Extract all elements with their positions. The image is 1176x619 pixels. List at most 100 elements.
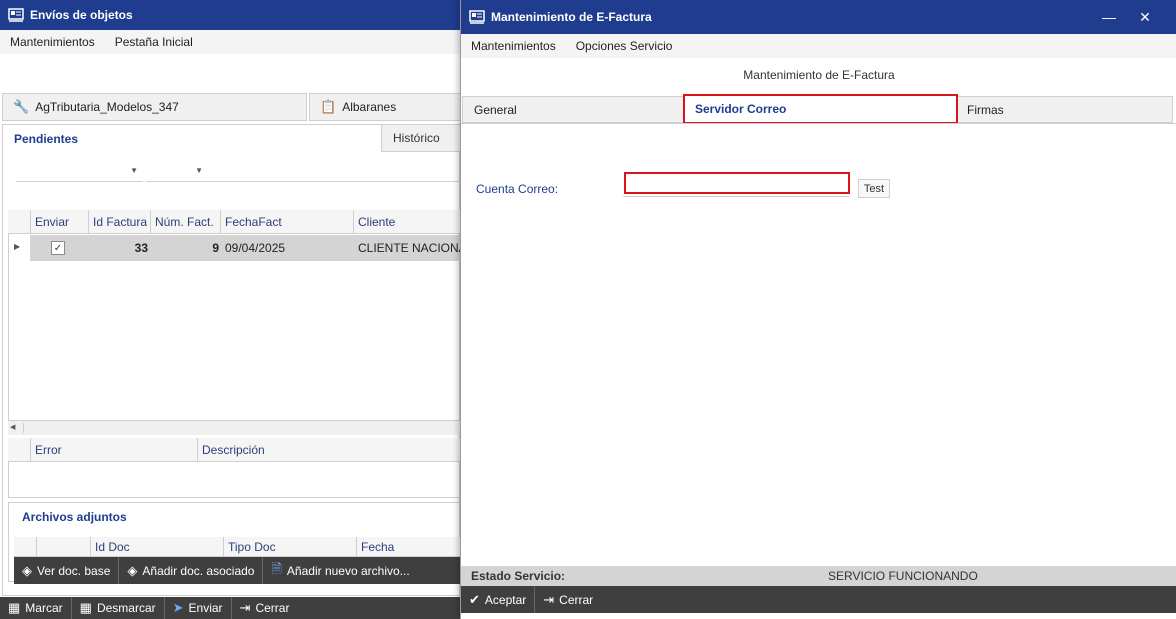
bottom-padding [461, 613, 1176, 619]
button-label: Desmarcar [96, 601, 156, 615]
efactura-window: Mantenimiento de E-Factura — ✕ Mantenimi… [460, 0, 1176, 619]
tab-label: Pendientes [14, 131, 79, 146]
minimize-icon: — [1102, 9, 1116, 25]
menu-opciones-servicio[interactable]: Opciones Servicio [566, 39, 683, 53]
aceptar-button[interactable]: ✔ Aceptar [461, 586, 536, 613]
col-enviar[interactable]: Enviar [30, 210, 88, 233]
menu-pestana-inicial[interactable]: Pestaña Inicial [105, 35, 203, 49]
enviar-button[interactable]: ➤ Enviar [165, 597, 232, 619]
cuenta-correo-input[interactable] [624, 172, 850, 194]
tab-pendientes[interactable]: Pendientes [2, 124, 382, 152]
adjuntos-title: Archivos adjuntos [22, 510, 127, 524]
ver-doc-base-button[interactable]: ◈ Ver doc. base [14, 557, 120, 584]
col-blank [36, 537, 94, 556]
col-error[interactable]: Error [30, 438, 200, 461]
tab-label: Firmas [967, 102, 1004, 117]
button-label: Añadir nuevo archivo... [286, 563, 410, 578]
cerrar-button[interactable]: ⇥ Cerrar [232, 597, 298, 619]
adjuntos-toolbar: ◈ Ver doc. base ◈ Añadir doc. asociado 🗎 Añ… [14, 557, 460, 584]
diamond-arrow-icon: ◈ [22, 562, 32, 578]
cell-fecha: 09/04/2025 [225, 241, 286, 255]
app-icon [8, 8, 24, 22]
doc-tab-agtributaria[interactable]: 🔧 AgTributaria_Modelos_347 [2, 93, 307, 121]
checkmark-icon: ✔ [469, 591, 480, 607]
tab-label: Histórico [393, 131, 440, 145]
horizontal-scrollbar[interactable]: ◀ [8, 420, 460, 435]
enviar-checkbox[interactable]: ✓ [51, 241, 65, 255]
app-icon [469, 10, 485, 24]
col-id-factura[interactable]: Id Factura [88, 210, 155, 233]
status-value: SERVICIO FUNCIONANDO [828, 569, 978, 583]
tab-historico[interactable]: Histórico [381, 124, 461, 152]
send-icon: ➤ [172, 600, 184, 615]
button-label: Cerrar [559, 592, 594, 607]
menu-mantenimientos[interactable]: Mantenimientos [461, 39, 566, 53]
col-cliente[interactable]: Cliente [353, 210, 463, 233]
button-label: Aceptar [484, 592, 527, 607]
modal-heading: Mantenimiento de E-Factura [743, 68, 895, 82]
document-icon: 🗎 [271, 560, 282, 576]
col-id-doc[interactable]: Id Doc [90, 537, 224, 556]
marcar-button[interactable]: ▦ Marcar [0, 597, 72, 619]
grid-check-icon: ▦ [8, 600, 21, 615]
tab-divider [461, 123, 1176, 124]
doc-tab-label: Albaranes [342, 100, 397, 114]
adjuntos-grid-header: Id Doc Tipo Doc Fecha [14, 537, 460, 557]
diamond-arrow-icon: ◈ [127, 562, 138, 578]
cerrar-button[interactable]: ⇥ Cerrar [535, 586, 601, 613]
cell-id-factura: 33 [134, 241, 148, 255]
cuenta-correo-label: Cuenta Correo: [476, 182, 559, 196]
status-label: Estado Servicio: [471, 569, 566, 583]
minimize-button[interactable]: — [1091, 0, 1127, 34]
button-label: Ver doc. base [37, 563, 111, 578]
table-row[interactable]: ▶ ✓ 33 9 09/04/2025 CLIENTE NACIONAL [8, 235, 460, 261]
doc-tab-albaranes[interactable]: 📋 Albaranes [309, 93, 461, 121]
desmarcar-button[interactable]: ▦ Desmarcar [72, 597, 165, 619]
modal-toolbar: ✔ Aceptar ⇥ Cerrar [461, 586, 1176, 613]
divider [208, 181, 460, 182]
grid-header: Enviar Id Factura Núm. Fact. FechaFact C… [8, 210, 460, 234]
exit-icon: ⇥ [543, 591, 555, 607]
col-fecha-fact[interactable]: FechaFact [220, 210, 354, 233]
bottom-toolbar: ▦ Marcar ▦ Desmarcar ➤ Enviar ⇥ Cerrar [0, 597, 460, 619]
tab-label: Servidor Correo [695, 102, 787, 116]
tab-label: General [474, 102, 517, 117]
tab-general[interactable]: General [462, 96, 684, 123]
button-label: Cerrar [255, 601, 290, 615]
cell-num-fact: 9 [212, 241, 219, 255]
menu-mantenimientos[interactable]: Mantenimientos [0, 35, 105, 49]
anadir-doc-asociado-button[interactable]: ◈ Añadir doc. asociado [119, 557, 264, 584]
button-label: Enviar [188, 601, 223, 615]
col-descripcion[interactable]: Descripción [197, 438, 460, 461]
tab-firmas[interactable]: Firmas [955, 96, 1173, 123]
dropdown-arrow-icon: ▼ [130, 166, 138, 175]
error-grid-header: Error Descripción [8, 438, 460, 462]
tab-servidor-correo[interactable]: Servidor Correo [683, 94, 958, 124]
close-icon: ✕ [1139, 8, 1151, 25]
filter-dropdown-1[interactable]: ▼ [16, 162, 143, 182]
close-button[interactable]: ✕ [1127, 0, 1163, 34]
scroll-left-icon[interactable]: ◀ [10, 423, 24, 433]
row-indicator-icon: ▶ [14, 242, 21, 251]
col-num-fact[interactable]: Núm. Fact. [150, 210, 226, 233]
status-bar: Estado Servicio: SERVICIO FUNCIONANDO [461, 566, 1176, 586]
window-title: Envíos de objetos [30, 8, 133, 22]
field-underline [623, 196, 849, 197]
col-tipo-doc[interactable]: Tipo Doc [223, 537, 357, 556]
exit-icon: ⇥ [239, 600, 251, 615]
anadir-nuevo-archivo-button[interactable]: 🗎 Añadir nuevo archivo... [263, 557, 417, 584]
button-label: Marcar [25, 601, 63, 615]
button-label: Añadir doc. asociado [142, 563, 255, 578]
wrench-icon: 🔧 [13, 99, 30, 114]
col-fecha[interactable]: Fecha [356, 537, 460, 556]
cell-cliente: CLIENTE NACIONAL [358, 241, 460, 255]
modal-title: Mantenimiento de E-Factura [491, 10, 652, 24]
clipboard-icon: 📋 [320, 99, 337, 114]
filter-dropdown-2[interactable]: ▼ [146, 162, 208, 182]
dropdown-arrow-icon: ▼ [195, 166, 203, 175]
modal-menu-bar: Mantenimientos Opciones Servicio [461, 34, 1176, 58]
grid-uncheck-icon: ▦ [79, 600, 92, 615]
test-button[interactable]: Test [858, 179, 890, 198]
modal-title-bar: Mantenimiento de E-Factura [461, 0, 1176, 34]
doc-tab-label: AgTributaria_Modelos_347 [35, 100, 179, 114]
